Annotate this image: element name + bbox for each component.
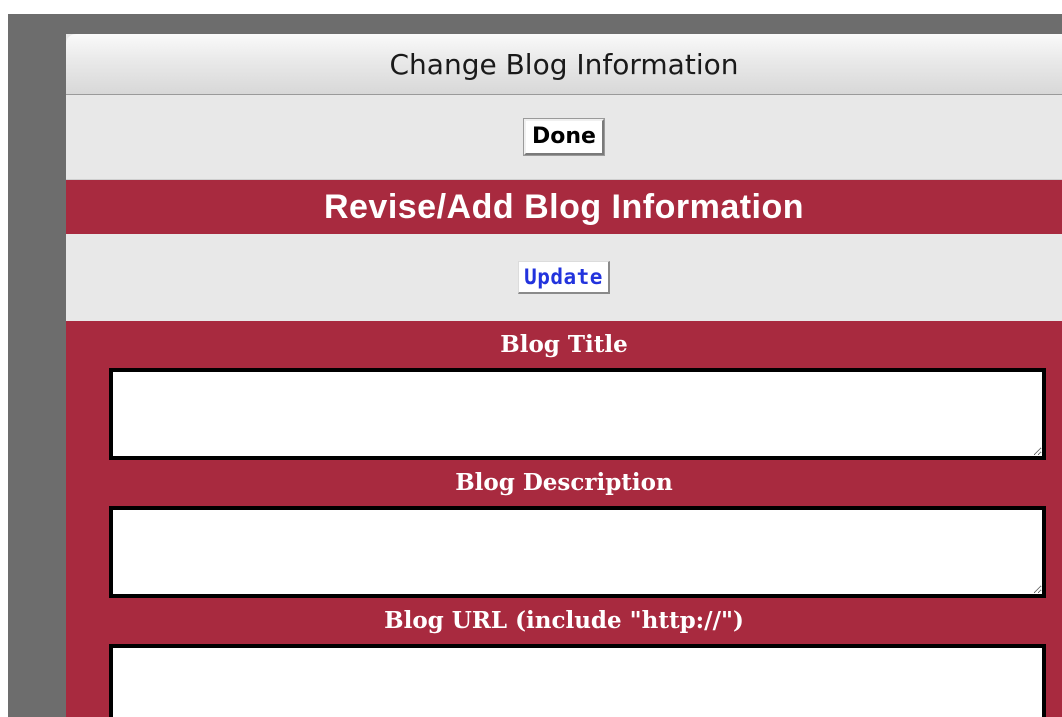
blog-title-label: Blog Title (500, 331, 628, 358)
blog-description-label: Blog Description (455, 469, 673, 496)
section-title: Revise/Add Blog Information (323, 187, 805, 226)
update-button[interactable]: Update (518, 261, 610, 294)
dialog-title: Change Blog Information (389, 47, 739, 81)
blog-info-form: Blog Title Blog Description Blog URL (in… (66, 321, 1062, 717)
screen-left-border (0, 14, 8, 717)
blog-title-input[interactable] (109, 368, 1046, 460)
blog-url-label: Blog URL (include "http://") (384, 607, 744, 634)
blog-url-input[interactable] (109, 644, 1046, 717)
done-button[interactable]: Done (523, 117, 605, 157)
blog-description-input[interactable] (109, 506, 1046, 598)
done-row: Done (66, 95, 1062, 180)
change-blog-dialog: Change Blog Information Done Revise/Add … (66, 34, 1062, 717)
dialog-titlebar: Change Blog Information (66, 34, 1062, 95)
screen-top-border (0, 0, 1062, 14)
update-row: Update (66, 234, 1062, 321)
section-header: Revise/Add Blog Information (66, 180, 1062, 234)
